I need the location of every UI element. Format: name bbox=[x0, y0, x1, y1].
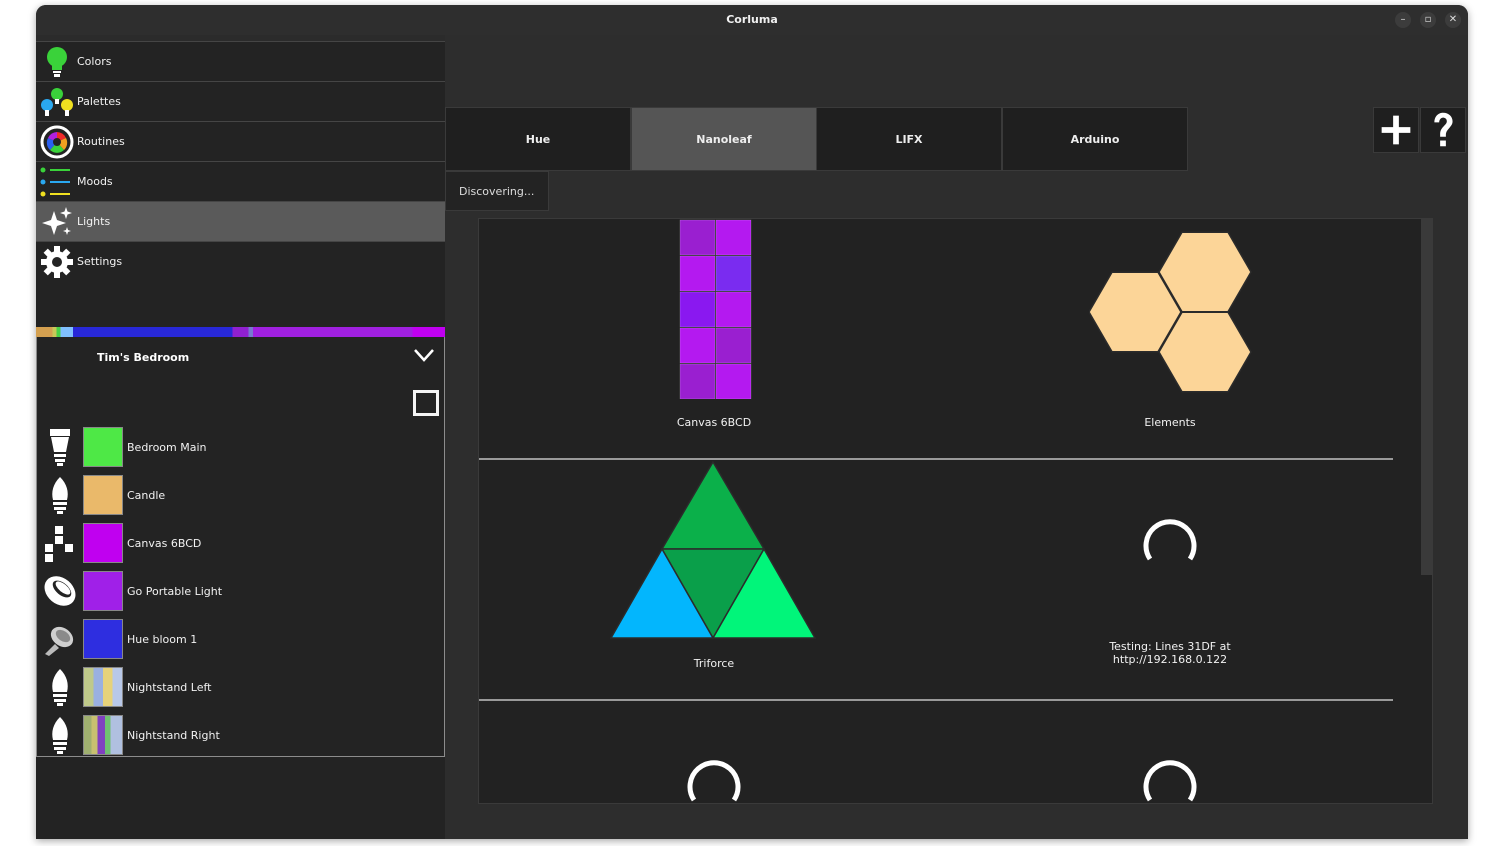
light-name: Bedroom Main bbox=[127, 441, 207, 454]
help-button[interactable] bbox=[1420, 107, 1466, 153]
canvas-tile bbox=[679, 327, 716, 364]
nav-label: Lights bbox=[77, 215, 111, 228]
canvas-tile bbox=[715, 363, 752, 399]
nav-item-lights[interactable]: Lights bbox=[36, 201, 445, 241]
canvas-tile bbox=[715, 255, 752, 292]
light-color-swatch[interactable] bbox=[83, 619, 123, 659]
canvas-tile bbox=[679, 363, 716, 399]
canvas-tile bbox=[679, 291, 716, 328]
light-color-swatch[interactable] bbox=[83, 427, 123, 467]
tab-lifx[interactable]: LIFX bbox=[816, 107, 1002, 171]
palette-bulbs-icon bbox=[41, 88, 73, 116]
light-row[interactable]: Nightstand Right bbox=[37, 715, 437, 755]
light-name: Nightstand Left bbox=[127, 681, 212, 694]
loading-spinner-icon bbox=[1143, 519, 1197, 561]
light-color-swatch[interactable] bbox=[83, 715, 123, 755]
light-name: Canvas 6BCD bbox=[127, 537, 202, 550]
canvas-layout-preview[interactable] bbox=[679, 219, 753, 399]
light-row[interactable]: Hue bloom 1 bbox=[37, 619, 437, 659]
plus-icon bbox=[1381, 115, 1411, 145]
go-lamp-icon bbox=[44, 576, 76, 606]
nav-item-routines[interactable]: Routines bbox=[36, 121, 445, 161]
light-caption: Elements bbox=[1144, 416, 1196, 429]
light-row[interactable]: Candle bbox=[37, 475, 437, 515]
nav-item-moods[interactable]: Moods bbox=[36, 161, 445, 201]
gear-icon bbox=[41, 246, 73, 278]
sidebar: Colors Palettes Routines Moods Lights Se… bbox=[36, 41, 445, 839]
elements-layout-preview[interactable] bbox=[1089, 229, 1254, 399]
canvas-tile bbox=[715, 291, 752, 328]
light-name: Nightstand Right bbox=[127, 729, 220, 742]
light-color-swatch[interactable] bbox=[83, 667, 123, 707]
nav-label: Routines bbox=[77, 135, 125, 148]
light-group-panel: Tim's Bedroom Bedroom Main Candle Canvas… bbox=[36, 337, 445, 757]
nav-item-colors[interactable]: Colors bbox=[36, 41, 445, 81]
nav-label: Settings bbox=[77, 255, 123, 268]
bloom-lamp-icon bbox=[45, 626, 74, 656]
light-row[interactable]: Canvas 6BCD bbox=[37, 523, 437, 563]
nav-label: Moods bbox=[77, 175, 113, 188]
help-icon bbox=[1434, 112, 1453, 147]
window-title: Corluma bbox=[726, 13, 778, 26]
select-all-checkbox[interactable] bbox=[413, 390, 439, 416]
minimize-button[interactable]: – bbox=[1395, 12, 1411, 28]
loading-spinner-icon bbox=[1143, 760, 1197, 802]
triforce-triangle bbox=[660, 460, 766, 550]
chevron-down-icon[interactable] bbox=[413, 347, 435, 363]
close-button[interactable]: ✕ bbox=[1445, 12, 1461, 28]
canvas-tile bbox=[679, 255, 716, 292]
nav-item-palettes[interactable]: Palettes bbox=[36, 81, 445, 121]
app-window: Corluma – ▫ ✕ Colors Palettes Routines M… bbox=[36, 5, 1468, 839]
nav-label: Palettes bbox=[77, 95, 121, 108]
canvas-tile bbox=[679, 219, 716, 256]
testing-status-text: Testing: Lines 31DF at http://192.168.0.… bbox=[1109, 640, 1231, 666]
tab-arduino[interactable]: Arduino bbox=[1002, 107, 1188, 171]
light-caption: Triforce bbox=[693, 657, 735, 670]
tab-hue[interactable]: Hue bbox=[445, 107, 631, 171]
grid-scrollbar[interactable] bbox=[1421, 219, 1432, 575]
group-color-strip bbox=[36, 327, 445, 337]
moods-list-icon bbox=[40, 167, 70, 197]
candle-bulb-icon bbox=[52, 669, 68, 706]
light-name: Go Portable Light bbox=[127, 585, 223, 598]
light-row[interactable]: Nightstand Left bbox=[37, 667, 437, 707]
light-row[interactable]: Bedroom Main bbox=[37, 427, 437, 467]
candle-bulb-icon bbox=[52, 717, 68, 754]
canvas-tile bbox=[715, 327, 752, 364]
row-divider bbox=[479, 699, 1393, 701]
discovered-lights-grid: Canvas 6BCD Elements Triforce Testing: L… bbox=[478, 218, 1433, 804]
triforce-layout-preview[interactable] bbox=[609, 460, 821, 642]
light-caption: Canvas 6BCD bbox=[676, 416, 752, 429]
light-row[interactable]: Go Portable Light bbox=[37, 571, 437, 611]
spot-bulb-icon bbox=[50, 429, 70, 466]
sparkle-icon bbox=[42, 207, 72, 235]
color-wheel-icon bbox=[40, 125, 74, 159]
light-name: Hue bloom 1 bbox=[127, 633, 198, 646]
nav-item-settings[interactable]: Settings bbox=[36, 241, 445, 281]
canvas-panels-icon bbox=[45, 526, 73, 562]
canvas-tile bbox=[715, 219, 752, 256]
light-color-swatch[interactable] bbox=[83, 571, 123, 611]
light-color-swatch[interactable] bbox=[83, 523, 123, 563]
loading-spinner-icon bbox=[687, 760, 741, 802]
bulb-icon bbox=[47, 47, 67, 77]
main-panel: Hue Nanoleaf LIFX Arduino Discovering...… bbox=[445, 35, 1468, 839]
add-light-button[interactable] bbox=[1373, 107, 1419, 153]
group-title: Tim's Bedroom bbox=[97, 351, 190, 364]
discovery-status: Discovering... bbox=[445, 171, 549, 211]
title-bar[interactable]: Corluma – ▫ ✕ bbox=[36, 5, 1468, 35]
light-color-swatch[interactable] bbox=[83, 475, 123, 515]
candle-bulb-icon bbox=[52, 477, 68, 514]
nav-label: Colors bbox=[77, 55, 112, 68]
tab-nanoleaf[interactable]: Nanoleaf bbox=[631, 107, 817, 171]
maximize-button[interactable]: ▫ bbox=[1420, 12, 1436, 28]
light-name: Candle bbox=[127, 489, 166, 502]
